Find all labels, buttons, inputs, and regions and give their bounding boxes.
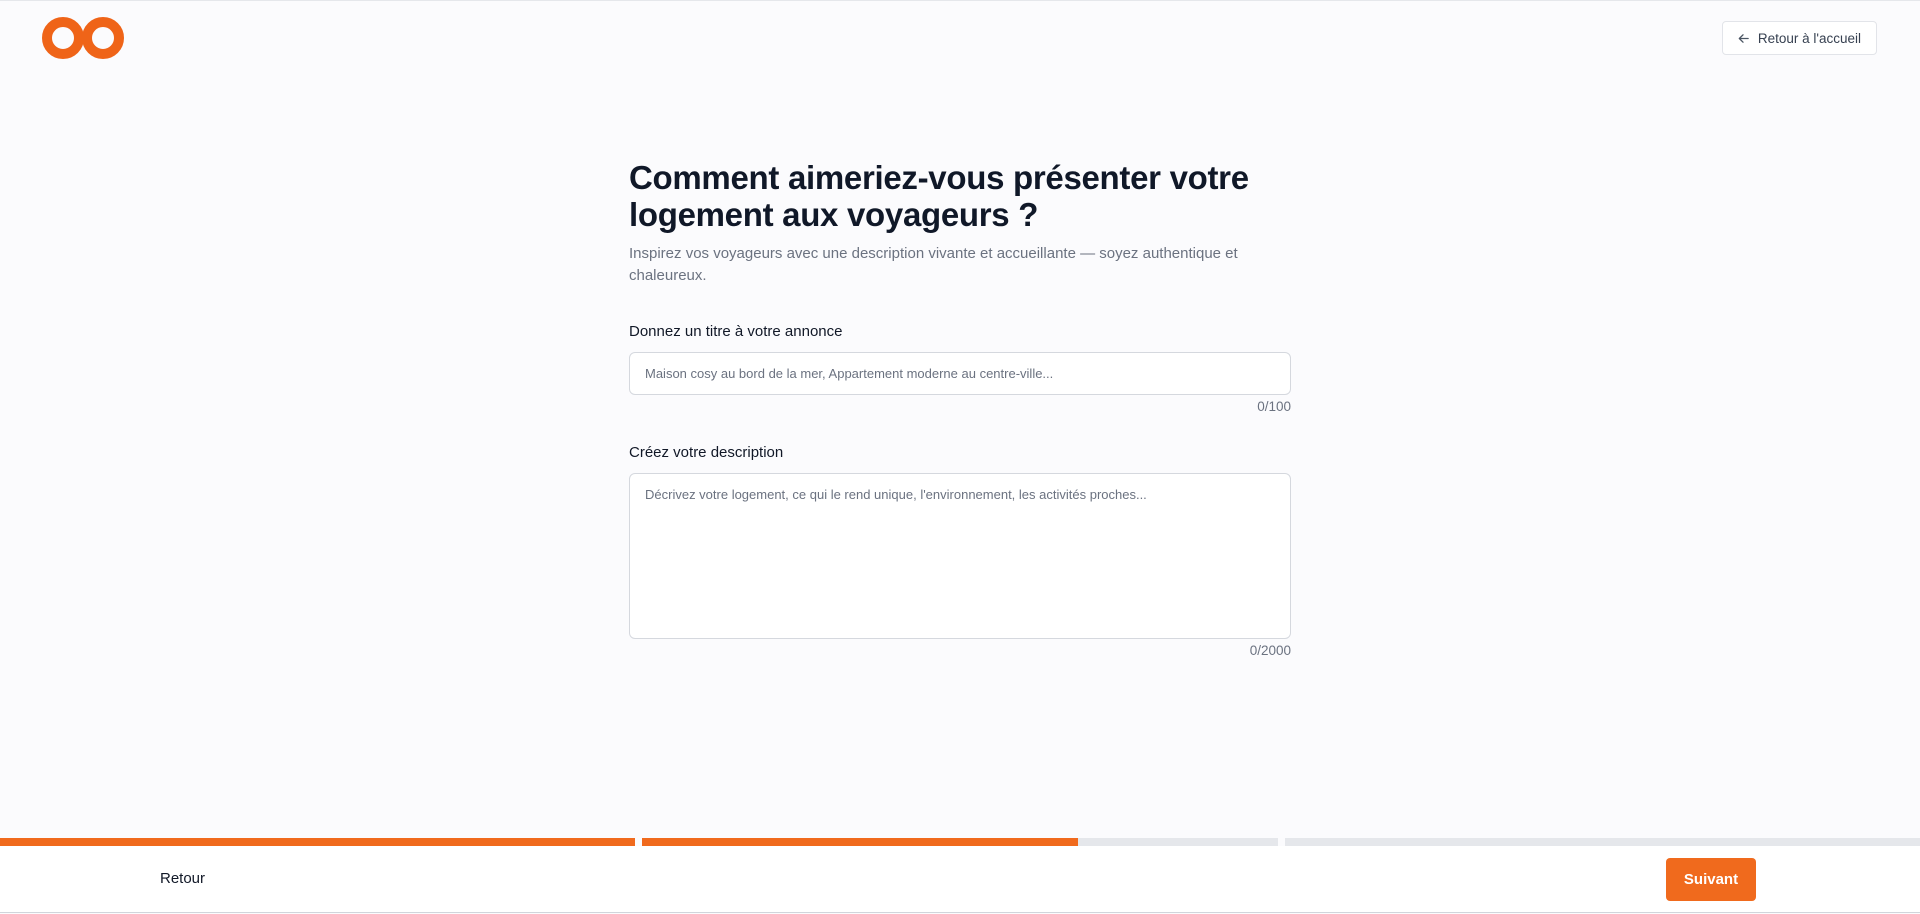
footer-nav: Retour Suivant (0, 846, 1920, 913)
step-progress-bar (0, 838, 1920, 846)
description-counter: 0/2000 (1249, 643, 1291, 658)
progress-step-2-fill (642, 838, 1078, 846)
listing-title-label: Donnez un titre à votre annonce (629, 323, 843, 340)
progress-step-4 (1285, 838, 1920, 846)
progress-step-1 (0, 838, 635, 846)
arrow-left-icon (1738, 33, 1749, 43)
back-to-home-label: Retour à l'accueil (1757, 30, 1861, 46)
page-subtitle: Inspirez vos voyageurs avec une descript… (629, 245, 1238, 284)
back-button[interactable]: Retour (160, 870, 205, 887)
page: Retour à l'accueil Comment aimeriez-vous… (0, 0, 1920, 914)
page-title: Comment aimeriez-vous présenter votre lo… (629, 159, 1249, 233)
listing-title-input[interactable] (629, 352, 1291, 395)
next-button[interactable]: Suivant (1666, 858, 1756, 901)
back-to-home-button[interactable]: Retour à l'accueil (1721, 21, 1877, 55)
progress-step-2 (642, 838, 1278, 846)
infinity-logo-icon[interactable] (42, 15, 124, 61)
listing-title-counter: 0/100 (1257, 399, 1291, 414)
listing-form: Comment aimeriez-vous présenter votre lo… (629, 159, 1291, 658)
description-label: Créez votre description (629, 444, 784, 461)
progress-step-1-fill (0, 838, 635, 846)
description-textarea[interactable] (629, 473, 1291, 639)
